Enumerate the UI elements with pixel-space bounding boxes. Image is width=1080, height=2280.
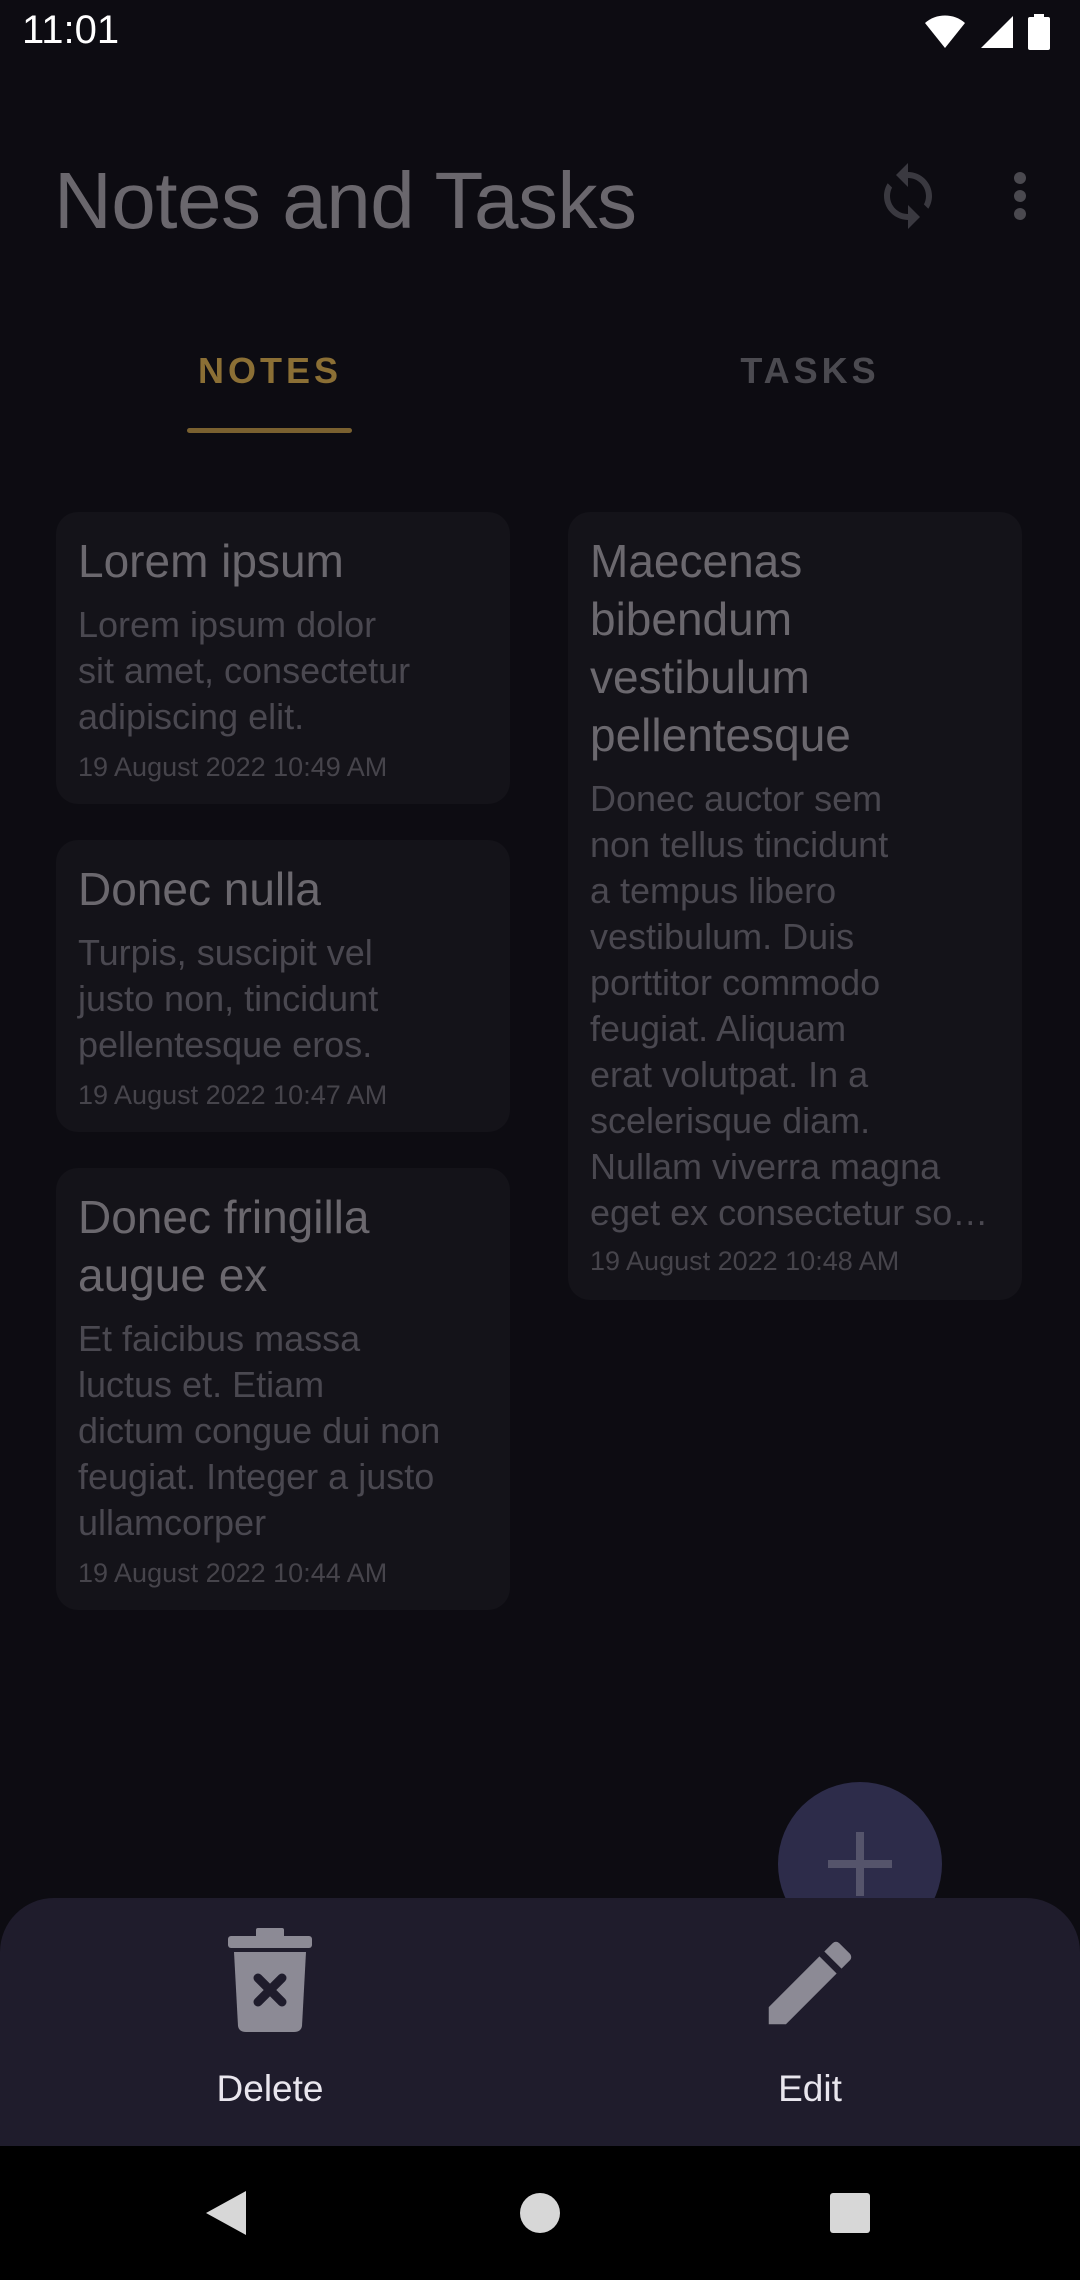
home-icon	[520, 2193, 560, 2233]
back-button[interactable]	[166, 2166, 286, 2260]
edit-icon	[768, 1941, 852, 2025]
tab-notes[interactable]: NOTES	[0, 325, 540, 435]
note-card[interactable]: Donec fringilla augue ex Et faicibus mas…	[56, 1168, 510, 1610]
note-title: Donec fringilla augue ex	[78, 1191, 370, 1301]
recents-button[interactable]	[790, 2166, 910, 2260]
more-options-button[interactable]	[1000, 160, 1040, 232]
note-date: 19 August 2022 10:47 AM	[78, 1080, 388, 1110]
system-nav-bar	[0, 2146, 1080, 2280]
recents-icon	[830, 2193, 870, 2233]
delete-label: Delete	[216, 2068, 324, 2109]
more-vert-icon	[1014, 172, 1026, 220]
note-body: Turpis, suscipit vel justo non, tincidun…	[78, 932, 379, 1065]
note-title: Donec nulla	[78, 863, 321, 915]
note-body: Donec auctor sem non tellus tincidunt a …	[590, 778, 989, 1233]
wifi-icon	[925, 15, 965, 48]
status-time: 11:01	[22, 8, 120, 52]
note-date: 19 August 2022 10:48 AM	[590, 1246, 900, 1276]
sync-button[interactable]	[872, 160, 944, 232]
note-card[interactable]: Lorem ipsum Lorem ipsum dolor sit amet, …	[56, 512, 510, 804]
tab-bar: NOTES TASKS	[0, 325, 1080, 435]
delete-icon	[228, 1928, 312, 2032]
bottom-sheet: Delete Edit	[0, 1898, 1080, 2146]
status-bar: 11:01	[0, 0, 1080, 66]
note-title: Maecenas bibendum vestibulum pellentesqu…	[590, 535, 851, 761]
note-date: 19 August 2022 10:49 AM	[78, 752, 388, 782]
sync-icon	[884, 163, 932, 229]
note-card[interactable]: Maecenas bibendum vestibulum pellentesqu…	[568, 512, 1022, 1300]
back-icon	[206, 2191, 246, 2235]
plus-icon	[828, 1832, 892, 1896]
delete-button[interactable]: Delete	[0, 1898, 540, 2146]
cellular-icon	[981, 16, 1013, 48]
note-date: 19 August 2022 10:44 AM	[78, 1558, 388, 1588]
battery-icon	[1028, 14, 1050, 50]
edit-button[interactable]: Edit	[540, 1898, 1080, 2146]
tab-tasks[interactable]: TASKS	[540, 325, 1080, 435]
home-button[interactable]	[480, 2166, 600, 2260]
note-body: Et faicibus massa luctus et. Etiam dictu…	[78, 1318, 441, 1543]
page-title: Notes and Tasks	[54, 156, 637, 245]
note-card[interactable]: Donec nulla Turpis, suscipit vel justo n…	[56, 840, 510, 1132]
tab-indicator	[187, 428, 352, 433]
note-title: Lorem ipsum	[78, 535, 344, 587]
edit-label: Edit	[778, 2068, 842, 2109]
status-icons	[924, 12, 1050, 52]
note-body: Lorem ipsum dolor sit amet, consectetur …	[78, 604, 411, 737]
